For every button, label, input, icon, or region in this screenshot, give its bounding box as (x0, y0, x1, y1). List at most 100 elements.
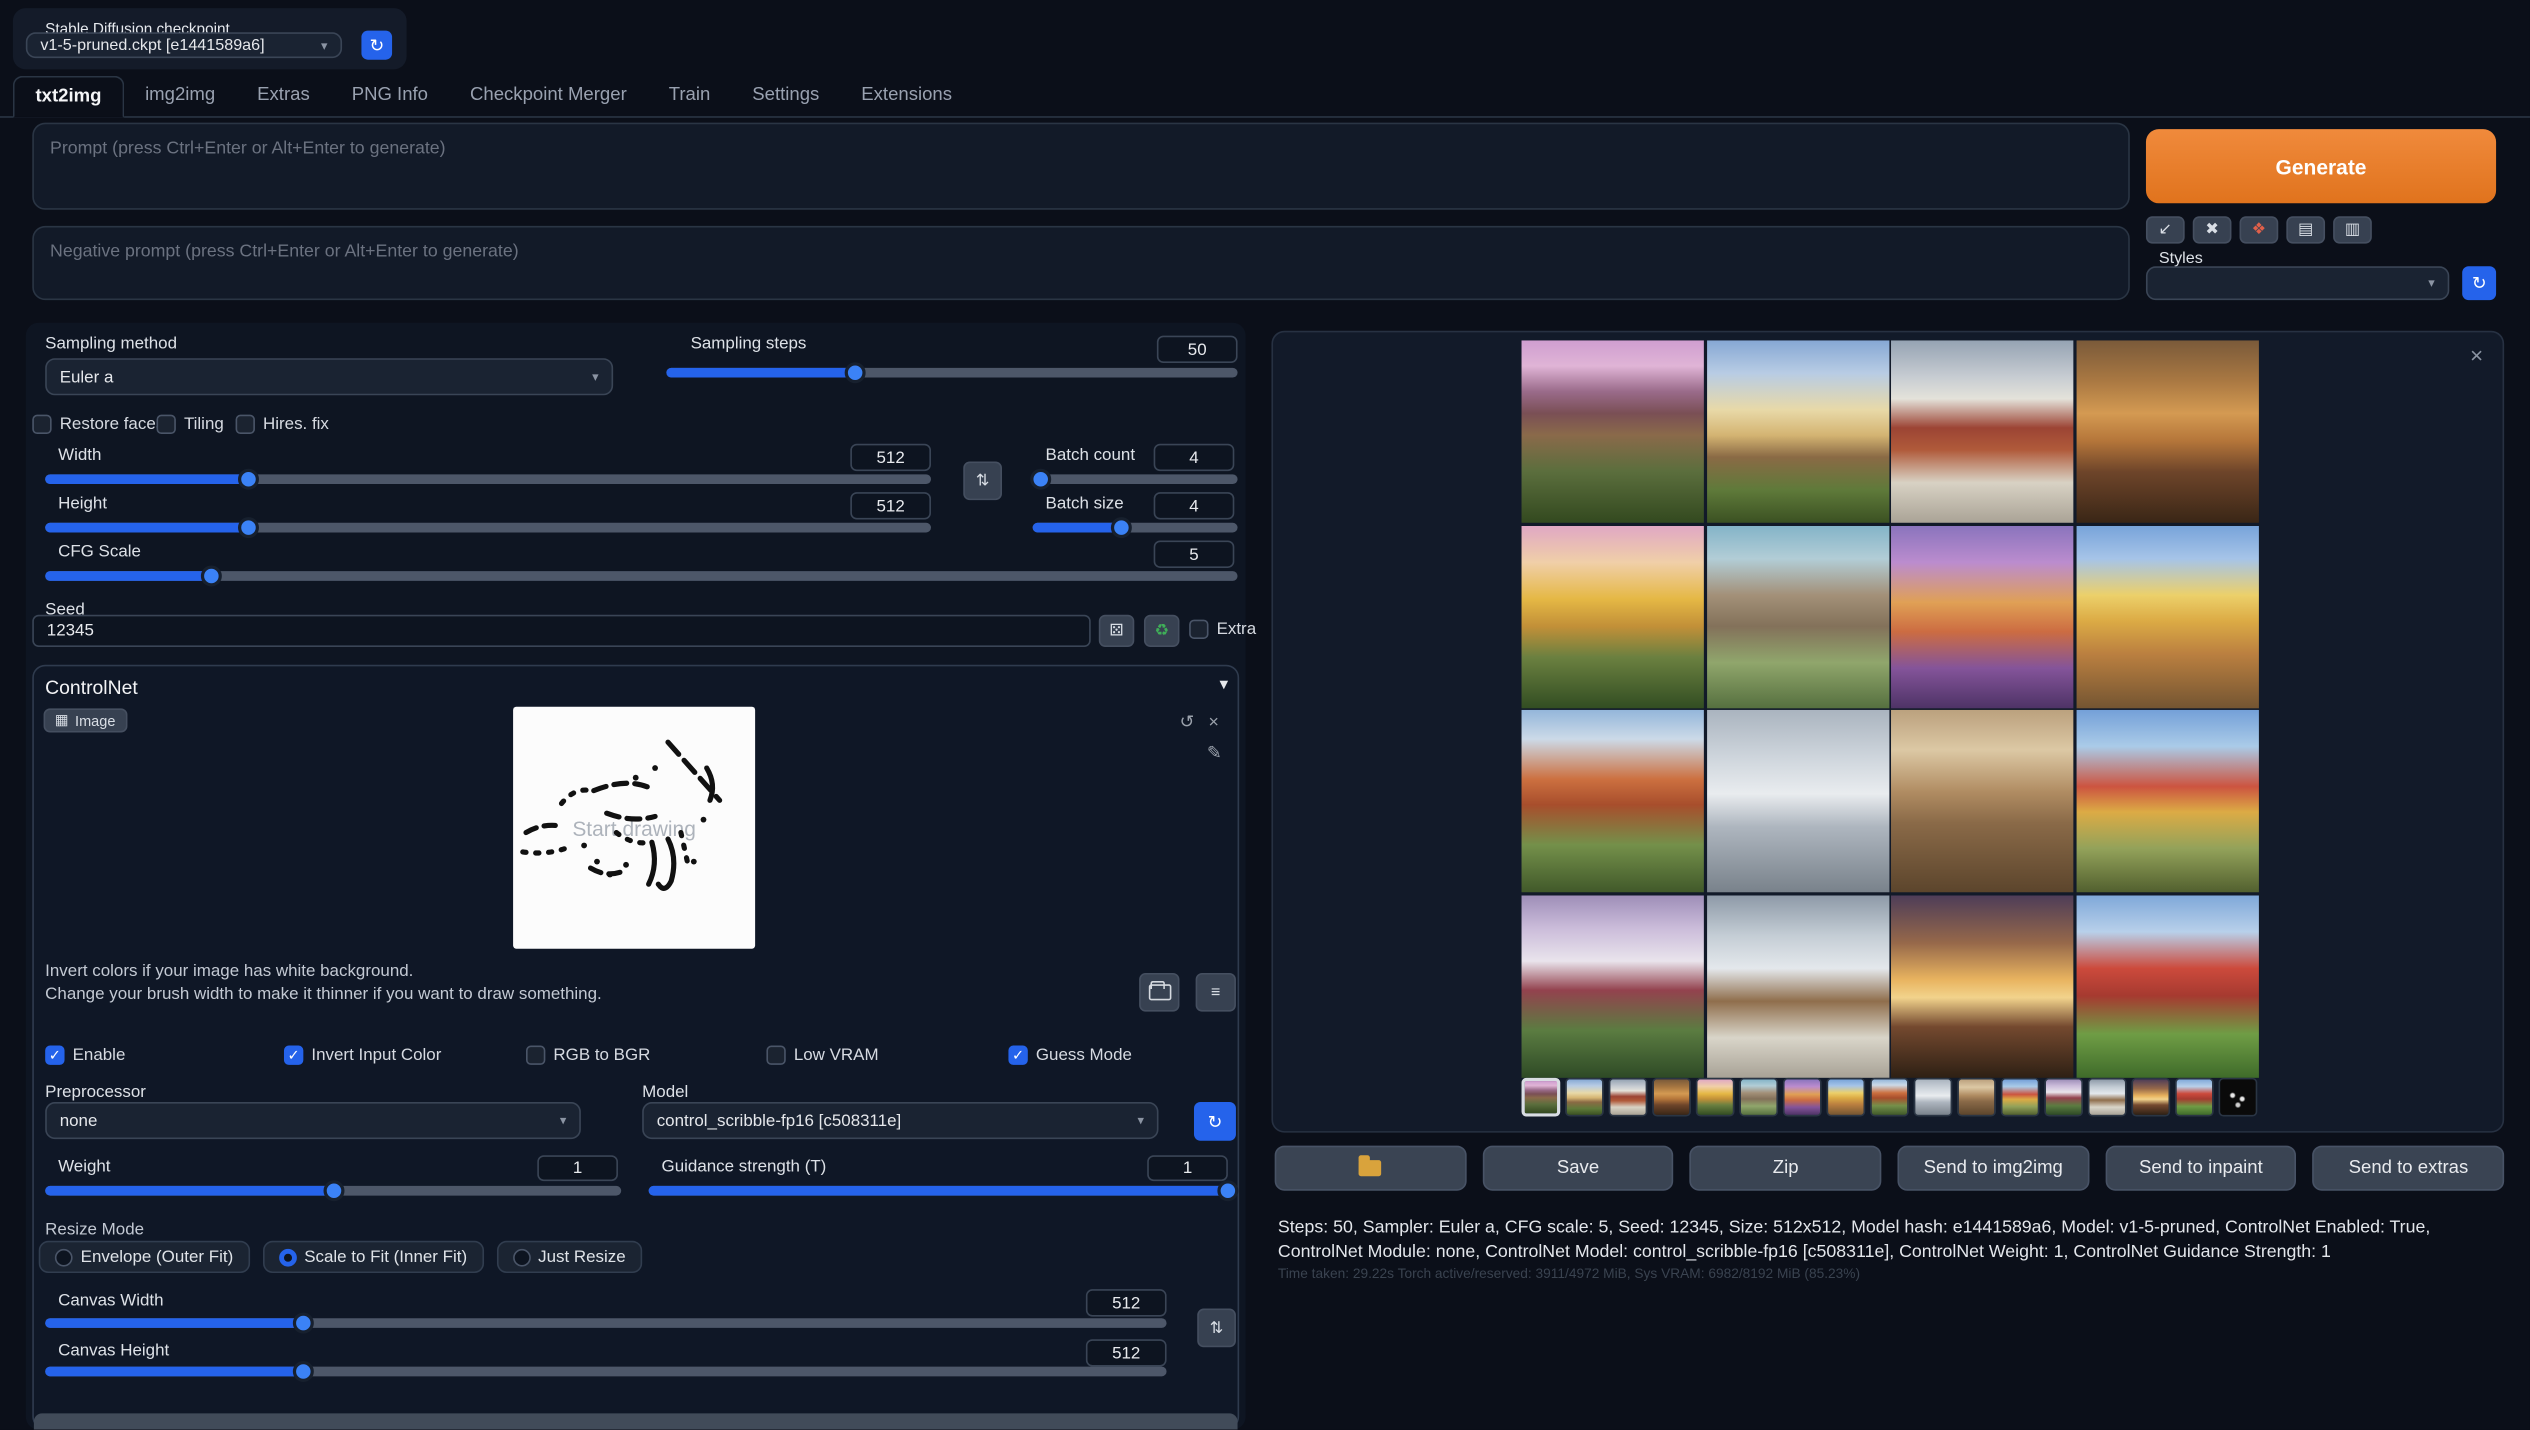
tab-extras[interactable]: Extras (236, 76, 331, 116)
thumbnail[interactable] (1652, 1078, 1691, 1117)
resize-radio-scale-to-fit[interactable]: Scale to Fit (Inner Fit) (262, 1241, 483, 1273)
gallery-image[interactable] (1891, 710, 2073, 892)
cfg-scale-slider[interactable] (45, 571, 1237, 581)
send-to-inpaint-button[interactable]: Send to inpaint (2105, 1146, 2296, 1191)
open-folder-button[interactable] (1275, 1146, 1466, 1191)
gallery-image[interactable] (1706, 525, 1888, 707)
batch-count-value[interactable] (1154, 444, 1235, 471)
sampling-method-select[interactable]: Euler a ▾ (45, 358, 613, 395)
model-select[interactable]: control_scribble-fp16 [c508311e] ▾ (642, 1102, 1158, 1139)
thumbnail[interactable] (2001, 1078, 2040, 1117)
gallery-image[interactable] (1891, 895, 2073, 1077)
save-button[interactable]: Save (1482, 1146, 1673, 1191)
canvas-height-value[interactable] (1086, 1339, 1167, 1366)
drawing-canvas[interactable]: Start drawing (513, 707, 755, 949)
thumbnail[interactable] (2175, 1078, 2214, 1117)
styles-select[interactable]: ▾ (2146, 266, 2449, 300)
cfg-scale-value[interactable] (1154, 541, 1235, 568)
tab-img2img[interactable]: img2img (124, 76, 236, 116)
random-seed-button[interactable]: ⚄ (1099, 615, 1134, 647)
thumbnail[interactable] (1739, 1078, 1778, 1117)
save-style-button[interactable]: ▤ (2286, 216, 2325, 243)
tab-png-info[interactable]: PNG Info (331, 76, 449, 116)
enable-checkbox[interactable]: ✓ Enable (45, 1046, 125, 1065)
height-value[interactable] (850, 492, 931, 519)
thumbnail[interactable] (1783, 1078, 1822, 1117)
tab-train[interactable]: Train (648, 76, 732, 116)
thumbnail[interactable] (1522, 1078, 1561, 1117)
canvas-settings-button[interactable]: ≡ (1196, 973, 1236, 1012)
thumbnail[interactable] (1957, 1078, 1996, 1117)
send-to-img2img-button[interactable]: Send to img2img (1898, 1146, 2089, 1191)
preprocessor-select[interactable]: none ▾ (45, 1102, 581, 1139)
thumbnail[interactable] (2131, 1078, 2170, 1117)
tab-extensions[interactable]: Extensions (840, 76, 973, 116)
invert-input-color-checkbox[interactable]: ✓ Invert Input Color (284, 1046, 441, 1065)
width-slider[interactable] (45, 474, 931, 484)
guidance-strength-value[interactable] (1147, 1155, 1228, 1181)
gallery-image[interactable] (1706, 340, 1888, 522)
brush-button[interactable]: ✎ (1207, 745, 1222, 763)
low-vram-checkbox[interactable]: Low VRAM (766, 1046, 878, 1065)
gallery-image[interactable] (2076, 895, 2258, 1077)
batch-count-slider[interactable] (1033, 474, 1238, 484)
thumbnail[interactable] (2044, 1078, 2083, 1117)
swap-dimensions-button[interactable]: ⇅ (963, 461, 1002, 500)
thumbnail[interactable] (1565, 1078, 1604, 1117)
gallery-image[interactable] (2076, 340, 2258, 522)
apply-style-button[interactable]: ▥ (2333, 216, 2372, 243)
gallery-image[interactable] (1706, 710, 1888, 892)
seed-input[interactable] (32, 615, 1090, 647)
checkpoint-select[interactable]: v1-5-pruned.ckpt [e1441589a6] ▾ (26, 32, 342, 58)
gallery-image[interactable] (1522, 710, 1704, 892)
canvas-height-slider[interactable] (45, 1367, 1166, 1377)
canvas-width-value[interactable] (1086, 1289, 1167, 1316)
reuse-seed-button[interactable]: ♻ (1144, 615, 1179, 647)
rgb-to-bgr-checkbox[interactable]: RGB to BGR (526, 1046, 650, 1065)
extra-networks-button[interactable]: ❖ (2240, 216, 2279, 243)
gallery-close-button[interactable]: × (2470, 342, 2483, 368)
guess-mode-checkbox[interactable]: ✓ Guess Mode (1008, 1046, 1131, 1065)
clear-canvas-button[interactable]: × (1209, 715, 1219, 733)
thumbnail[interactable] (1696, 1078, 1735, 1117)
tab-txt2img[interactable]: txt2img (13, 76, 124, 118)
hires-fix-checkbox[interactable]: Hires. fix (236, 415, 329, 434)
gallery-image[interactable] (1891, 340, 2073, 522)
restore-faces-checkbox[interactable]: Restore faces (32, 415, 164, 434)
tab-checkpoint-merger[interactable]: Checkpoint Merger (449, 76, 648, 116)
gallery-image[interactable] (2076, 525, 2258, 707)
thumbnail-control-map[interactable] (2219, 1078, 2258, 1117)
thumbnail[interactable] (1870, 1078, 1909, 1117)
model-refresh-button[interactable]: ↻ (1194, 1102, 1236, 1141)
tab-settings[interactable]: Settings (731, 76, 840, 116)
controlnet-image-tab[interactable]: ▦ Image (44, 708, 127, 732)
thumbnail[interactable] (1609, 1078, 1648, 1117)
thumbnail[interactable] (1826, 1078, 1865, 1117)
styles-refresh-button[interactable]: ↻ (2462, 266, 2496, 300)
gallery-image[interactable] (1706, 895, 1888, 1077)
clear-prompt-button[interactable]: ✖ (2193, 216, 2232, 243)
negative-prompt-input[interactable] (32, 226, 2130, 300)
sampling-steps-slider[interactable] (666, 368, 1237, 378)
guidance-strength-slider[interactable] (649, 1186, 1228, 1196)
sampling-steps-value[interactable] (1157, 336, 1238, 363)
batch-size-slider[interactable] (1033, 523, 1238, 533)
zip-button[interactable]: Zip (1690, 1146, 1881, 1191)
weight-slider[interactable] (45, 1186, 621, 1196)
collapse-icon[interactable]: ▼ (1217, 678, 1231, 693)
swap-canvas-dims-button[interactable]: ⇅ (1197, 1309, 1236, 1348)
thumbnail[interactable] (1914, 1078, 1953, 1117)
gallery-image[interactable] (2076, 710, 2258, 892)
new-canvas-button[interactable] (1139, 973, 1179, 1012)
checkpoint-refresh-button[interactable]: ↻ (361, 31, 392, 60)
controlnet-accordion-header[interactable]: ControlNet (45, 676, 138, 699)
canvas-width-slider[interactable] (45, 1318, 1166, 1328)
extra-seed-checkbox[interactable]: Extra (1189, 620, 1256, 639)
resize-radio-envelope[interactable]: Envelope (Outer Fit) (39, 1241, 250, 1273)
tiling-checkbox[interactable]: Tiling (157, 415, 224, 434)
weight-value[interactable] (537, 1155, 618, 1181)
width-value[interactable] (850, 444, 931, 471)
gallery-image[interactable] (1522, 895, 1704, 1077)
thumbnail[interactable] (2088, 1078, 2127, 1117)
resize-radio-just-resize[interactable]: Just Resize (496, 1241, 642, 1273)
